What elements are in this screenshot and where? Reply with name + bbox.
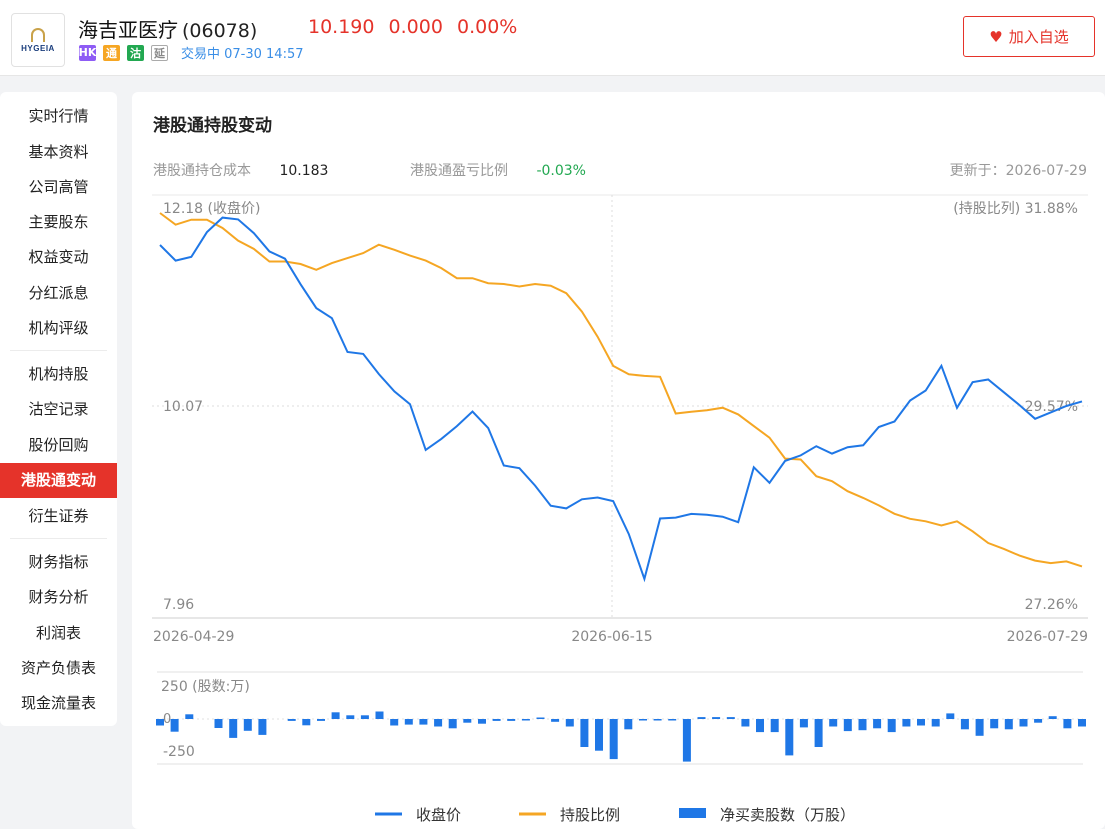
holding-cost-label: 港股通持仓成本 <box>153 163 251 179</box>
connect-badge: 通 <box>103 44 120 61</box>
sidebar-item-realtime[interactable]: 实时行情 <box>0 99 117 134</box>
price-change-pct: 0.00% <box>456 16 518 38</box>
price: 10.190 <box>308 16 375 38</box>
sidebar-item-shareholders[interactable]: 主要股东 <box>0 205 117 240</box>
sidebar-item-financial-analysis[interactable]: 财务分析 <box>0 580 117 615</box>
sidebar-item-dividends[interactable]: 分红派息 <box>0 276 117 311</box>
panel-title: 港股通持股变动 <box>153 116 272 136</box>
trade-status: 交易中 07-30 14:57 <box>181 47 304 62</box>
sidebar-item-institutional[interactable]: 机构持股 <box>0 357 117 392</box>
logo-mark-icon <box>31 27 45 42</box>
sidebar-item-executives[interactable]: 公司高管 <box>0 170 117 205</box>
sidebar-item-equity-change[interactable]: 权益变动 <box>0 240 117 275</box>
sidebar-item-ratings[interactable]: 机构评级 <box>0 311 117 346</box>
sidebar-item-connect-changes[interactable]: 港股通变动 <box>0 463 117 498</box>
sidebar-item-profile[interactable]: 基本资料 <box>0 135 117 170</box>
add-to-watchlist-label: 加入自选 <box>1008 28 1069 46</box>
sidebar-item-derivatives[interactable]: 衍生证券 <box>0 499 117 534</box>
heart-icon: ♥ <box>989 27 1003 46</box>
add-to-watchlist-button[interactable]: ♥ 加入自选 <box>963 16 1095 57</box>
holding-cost-value: 10.183 <box>279 163 329 179</box>
sidebar-item-buyback[interactable]: 股份回购 <box>0 428 117 463</box>
delayed-badge: 延 <box>151 44 168 61</box>
company-logo: HYGEIA <box>11 13 65 67</box>
stock-header: HYGEIA 海吉亚医疗 (06078) 10.190 0.000 0.00% H… <box>0 0 1105 76</box>
logo-text: HYGEIA <box>21 43 55 53</box>
updated-time: 更新于：2026-07-29 <box>949 163 1087 179</box>
sidebar-divider <box>10 538 107 539</box>
sidebar-nav: 实时行情 基本资料 公司高管 主要股东 权益变动 分红派息 机构评级 机构持股 … <box>0 92 117 726</box>
sidebar-item-short-selling[interactable]: 沽空记录 <box>0 392 117 427</box>
profit-loss-label: 港股通盈亏比例 <box>410 163 508 179</box>
stock-code: (06078) <box>182 20 258 42</box>
sidebar-item-balance-sheet[interactable]: 资产负债表 <box>0 651 117 686</box>
stock-title: 海吉亚医疗 (06078) <box>78 14 257 43</box>
stock-name: 海吉亚医疗 <box>78 18 178 42</box>
sidebar-item-cash-flow[interactable]: 现金流量表 <box>0 686 117 721</box>
price-change: 0.000 <box>388 16 443 38</box>
profit-loss-stat: 港股通盈亏比例 -0.03% <box>410 160 586 180</box>
holding-cost-stat: 港股通持仓成本 10.183 <box>153 160 328 180</box>
profit-loss-value: -0.03% <box>536 163 586 179</box>
stock-quote: 10.190 0.000 0.00% <box>308 16 525 38</box>
connect-holding-panel: 港股通持股变动 港股通持仓成本 10.183 港股通盈亏比例 -0.03% 更新… <box>132 92 1105 829</box>
hk-badge: HK <box>78 44 97 61</box>
sidebar-item-financial-indicators[interactable]: 财务指标 <box>0 545 117 580</box>
sidebar-divider <box>10 350 107 351</box>
stock-tags: HK 通 沽 延 交易中 07-30 14:57 <box>79 43 304 62</box>
sidebar-item-income-statement[interactable]: 利润表 <box>0 616 117 651</box>
short-sell-badge: 沽 <box>127 44 144 61</box>
